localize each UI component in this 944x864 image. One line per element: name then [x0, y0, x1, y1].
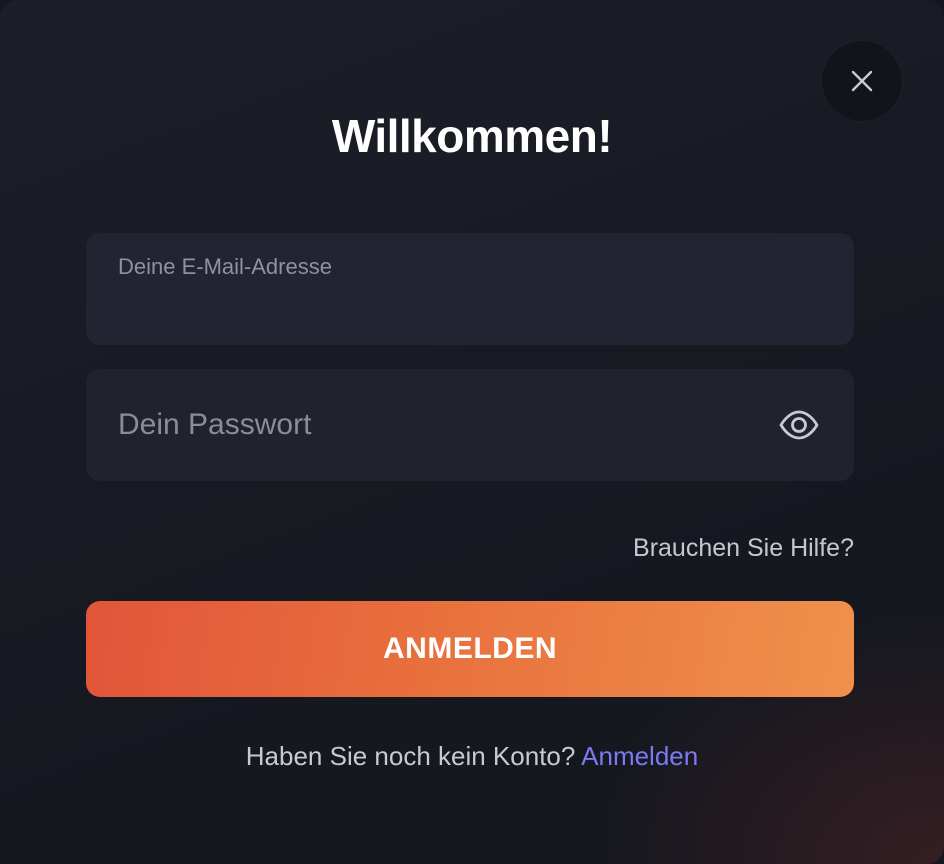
help-link[interactable]: Brauchen Sie Hilfe? [633, 532, 854, 564]
show-password-button[interactable] [778, 405, 820, 445]
email-input[interactable] [118, 289, 822, 325]
email-field[interactable]: Deine E-Mail-Adresse [86, 233, 854, 345]
signup-row: Haben Sie noch kein Konto? Anmelden [0, 739, 944, 773]
login-button[interactable]: ANMELDEN [86, 601, 854, 697]
login-modal: Willkommen! Deine E-Mail-Adresse Brauche… [0, 0, 944, 864]
signup-prompt: Haben Sie noch kein Konto? [245, 741, 576, 771]
signup-link[interactable]: Anmelden [581, 741, 698, 771]
modal-title: Willkommen! [331, 110, 613, 162]
password-input[interactable] [118, 403, 764, 447]
password-field[interactable] [86, 369, 854, 481]
close-icon [851, 70, 873, 92]
email-field-label: Deine E-Mail-Adresse [118, 254, 332, 279]
eye-icon [779, 410, 819, 440]
